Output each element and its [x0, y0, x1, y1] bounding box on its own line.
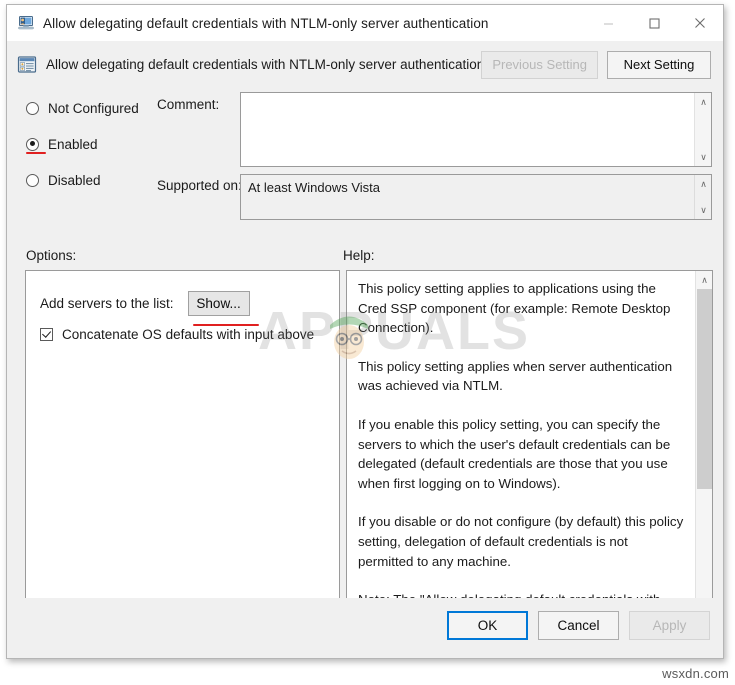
options-label: Options: — [26, 248, 77, 263]
show-button[interactable]: Show... — [187, 291, 250, 316]
next-setting-button[interactable]: Next Setting — [607, 50, 711, 79]
radio-enabled[interactable]: Enabled — [26, 130, 161, 158]
radio-label-disabled: Disabled — [48, 172, 101, 188]
concatenate-checkbox-row[interactable]: Concatenate OS defaults with input above — [40, 327, 314, 342]
previous-setting-button[interactable]: Previous Setting — [481, 50, 598, 79]
dialog-footer: OK Cancel Apply — [7, 598, 723, 658]
panels-row: Add servers to the list: Show... Concate… — [19, 270, 713, 615]
screenshot-root: Allow delegating default credentials wit… — [0, 0, 735, 685]
title-bar: Allow delegating default credentials wit… — [7, 5, 723, 41]
comment-scroll-up-icon[interactable]: ∧ — [695, 94, 712, 110]
help-paragraph-2: This policy setting applies when server … — [358, 358, 673, 394]
comment-scroll-down-icon[interactable]: ∨ — [695, 149, 712, 165]
help-scrollbar-thumb[interactable] — [697, 289, 712, 489]
close-button[interactable] — [677, 5, 723, 41]
radio-disabled[interactable]: Disabled — [26, 166, 161, 194]
help-paragraph-4: If you disable or do not configure (by d… — [358, 514, 684, 569]
concatenate-checkbox-label: Concatenate OS defaults with input above — [62, 327, 315, 342]
radio-circle-not-configured[interactable] — [26, 101, 39, 115]
state-radio-group: Not Configured Enabled Disabled — [26, 94, 161, 202]
window-controls — [585, 5, 723, 41]
maximize-button[interactable] — [631, 5, 677, 41]
computer-monitor-icon — [17, 15, 35, 31]
comment-textarea[interactable]: ∧ ∨ — [240, 92, 712, 167]
radio-label-not-configured: Not Configured — [48, 100, 139, 116]
radio-label-enabled: Enabled — [48, 136, 98, 152]
cancel-button[interactable]: Cancel — [538, 611, 619, 640]
radio-not-configured[interactable]: Not Configured — [26, 94, 161, 122]
minimize-button[interactable] — [585, 5, 631, 41]
enabled-highlight-underline — [26, 152, 46, 155]
comment-label: Comment: — [157, 97, 220, 112]
help-label: Help: — [343, 248, 375, 263]
radio-circle-enabled[interactable] — [26, 137, 39, 151]
supported-on-label: Supported on: — [157, 178, 242, 193]
help-scrollbar[interactable]: ∧ ∨ — [695, 271, 712, 612]
help-paragraph-1: This policy setting applies to applicati… — [358, 281, 671, 336]
add-servers-row: Add servers to the list: Show... — [40, 291, 250, 316]
policy-name-label: Allow delegating default credentials wit… — [46, 57, 482, 72]
help-panel: This policy setting applies to applicati… — [346, 270, 713, 613]
comment-scrollbar[interactable]: ∧ ∨ — [694, 93, 711, 166]
ok-button[interactable]: OK — [447, 611, 528, 640]
window-title: Allow delegating default credentials wit… — [43, 15, 489, 31]
help-scroll-up-icon[interactable]: ∧ — [696, 272, 713, 288]
setting-nav-buttons: Previous Setting Next Setting — [481, 50, 711, 79]
wsxdn-watermark-text: wsxdn.com — [662, 666, 729, 681]
supported-on-scrollbar[interactable]: ∧ ∨ — [694, 175, 711, 219]
group-policy-setting-icon — [17, 55, 37, 75]
supported-on-field: At least Windows Vista ∧ ∨ — [240, 174, 712, 220]
state-section: Not Configured Enabled Disabled Comment:… — [7, 88, 723, 248]
supported-on-value: At least Windows Vista — [248, 180, 380, 195]
supported-scroll-down-icon[interactable]: ∨ — [695, 202, 712, 218]
apply-button[interactable]: Apply — [629, 611, 710, 640]
radio-circle-disabled[interactable] — [26, 173, 39, 187]
policy-header-bar: Allow delegating default credentials wit… — [7, 41, 723, 88]
add-servers-label: Add servers to the list: — [40, 296, 174, 311]
help-text-body: This policy setting applies to applicati… — [347, 271, 694, 612]
dialog-action-buttons: OK Cancel Apply — [447, 611, 710, 640]
policy-setting-window: Allow delegating default credentials wit… — [6, 4, 724, 659]
section-label-row: Options: Help: — [7, 248, 723, 270]
supported-scroll-up-icon[interactable]: ∧ — [695, 176, 712, 192]
concatenate-checkbox[interactable] — [40, 328, 53, 341]
options-panel: Add servers to the list: Show... Concate… — [25, 270, 340, 613]
help-paragraph-3: If you enable this policy setting, you c… — [358, 416, 671, 491]
